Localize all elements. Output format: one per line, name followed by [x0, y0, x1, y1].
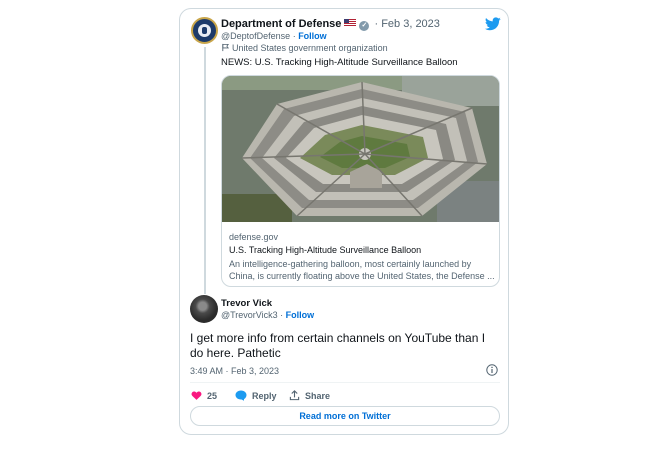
like-button[interactable]: 25 — [191, 390, 217, 401]
reply-button[interactable]: Reply — [235, 390, 277, 401]
heart-icon — [191, 391, 202, 400]
reply-handle-row: @TrevorVick3 · Follow — [221, 310, 315, 320]
share-label: Share — [305, 390, 331, 401]
read-more-button[interactable]: Read more on Twitter — [190, 406, 500, 426]
link-title: U.S. Tracking High-Altitude Surveillance… — [229, 245, 422, 255]
reply-author-avatar[interactable] — [190, 295, 218, 323]
thread-connector-line — [204, 47, 206, 294]
share-icon — [289, 390, 300, 401]
reply-bubble-icon — [235, 390, 247, 401]
follow-button[interactable]: Follow — [298, 31, 327, 41]
reply-follow-button[interactable]: Follow — [286, 310, 315, 320]
info-icon[interactable] — [486, 364, 498, 376]
pentagon-aerial-image — [222, 76, 499, 222]
dod-avatar[interactable] — [191, 17, 218, 44]
embedded-tweet-card: Department of Defense ✓ · Feb 3, 2023 @De… — [179, 8, 509, 435]
link-preview-card[interactable]: defense.gov U.S. Tracking High-Altitude … — [221, 75, 500, 287]
us-flag-icon — [344, 19, 357, 27]
government-flag-icon — [222, 43, 230, 52]
tweet-author-row: Department of Defense ✓ · Feb 3, 2023 — [221, 18, 440, 31]
tweet-author-handle[interactable]: @DeptofDefense — [221, 31, 290, 41]
reply-text: I get more info from certain channels on… — [190, 331, 486, 360]
verified-icon: ✓ — [359, 21, 370, 31]
link-domain: defense.gov — [229, 232, 279, 242]
like-count: 25 — [207, 390, 218, 401]
tweet-date[interactable]: Feb 3, 2023 — [381, 18, 440, 30]
twitter-bird-icon[interactable] — [485, 17, 501, 31]
reply-label: Reply — [252, 390, 277, 401]
link-description: An intelligence-gathering balloon, most … — [229, 259, 495, 281]
tweet-text: NEWS: U.S. Tracking High-Altitude Survei… — [221, 57, 458, 68]
tweet-author-name[interactable]: Department of Defense — [221, 18, 341, 30]
share-button[interactable]: Share — [289, 390, 330, 401]
reply-timestamp[interactable]: 3:49 AM · Feb 3, 2023 — [190, 366, 279, 376]
reply-author-handle[interactable]: @TrevorVick3 — [221, 310, 278, 320]
reply-author-name[interactable]: Trevor Vick — [221, 298, 272, 309]
org-label: United States government organization — [232, 43, 388, 53]
tweet-handle-row: @DeptofDefense · Follow — [221, 31, 327, 41]
actions-divider — [190, 382, 500, 383]
org-label-row: United States government organization — [221, 43, 388, 53]
